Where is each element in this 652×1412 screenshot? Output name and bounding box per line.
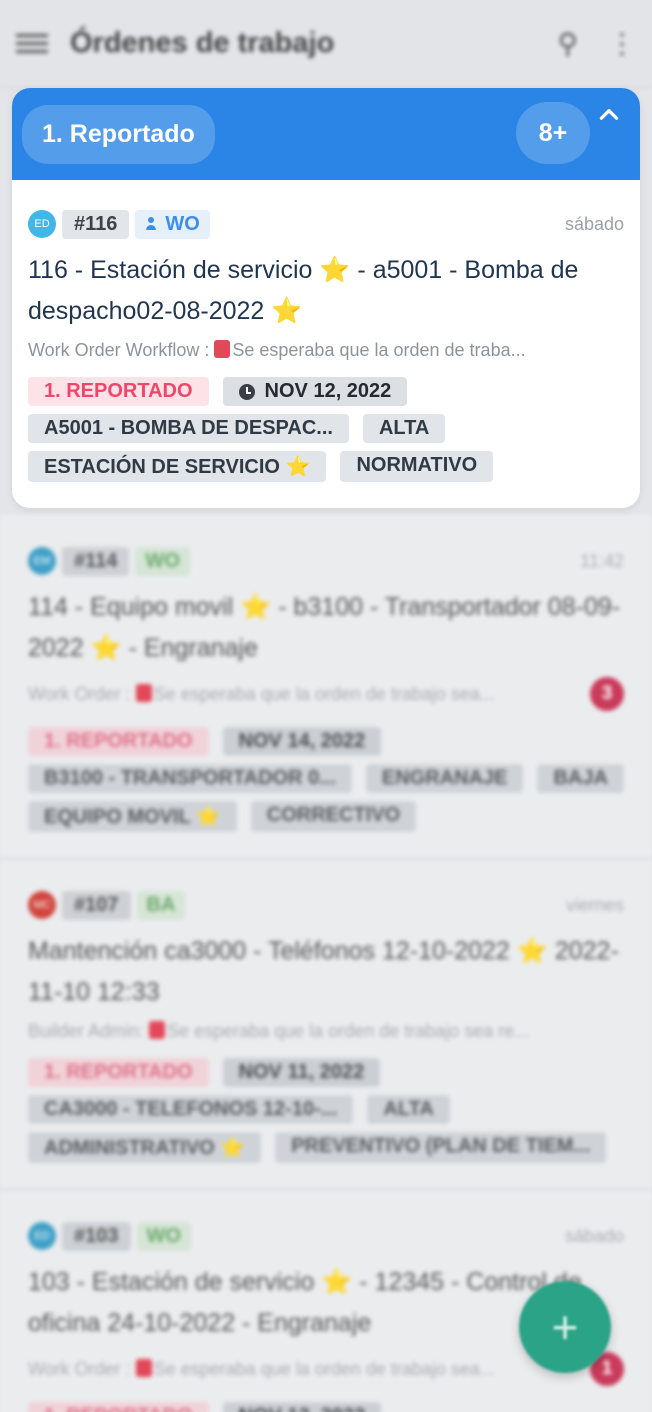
alarm-icon bbox=[149, 1021, 166, 1039]
tag-chip: BAJA bbox=[537, 764, 624, 793]
workflow-text: Work Order : Se esperaba que la orden de… bbox=[28, 1358, 495, 1379]
unread-badge: 3 bbox=[590, 677, 624, 711]
avatar: MC bbox=[28, 891, 56, 919]
chevron-up-icon[interactable] bbox=[596, 102, 622, 128]
timestamp: sábado bbox=[564, 1225, 624, 1246]
tag-chip: CA3000 - TELEFONOS 12-10-... bbox=[28, 1095, 354, 1124]
date-chip: NOV 12, 2022 bbox=[222, 1402, 382, 1412]
alarm-icon bbox=[135, 683, 152, 702]
date-chip: NOV 12, 2022 bbox=[222, 377, 408, 406]
work-order-card[interactable]: ED #116 WO sábado 116 - Estación de serv… bbox=[12, 180, 640, 508]
person-icon bbox=[145, 217, 157, 231]
group-label: 1. Reportado bbox=[22, 104, 215, 164]
workflow-line: Work Order : Se esperaba que la orden de… bbox=[28, 677, 624, 711]
timestamp: 11:42 bbox=[580, 550, 624, 571]
order-title: 114 - Equipo movil ⭐ - b3100 - Transport… bbox=[28, 593, 621, 662]
alarm-icon bbox=[214, 340, 231, 358]
workflow-line: Builder Admin: Se esperaba que la orden … bbox=[28, 1021, 624, 1042]
order-id-chip: #103 bbox=[62, 1221, 131, 1251]
tag-chip: ALTA bbox=[362, 414, 446, 443]
avatar: ED bbox=[28, 1222, 56, 1250]
tag-chip: ADMINISTRATIVO ⭐ bbox=[28, 1132, 262, 1163]
status-chip: 1. REPORTADO bbox=[28, 1402, 209, 1412]
menu-icon[interactable] bbox=[16, 34, 48, 53]
chip-list: 1. REPORTADO NOV 11, 2022 CA3000 - TELEFON… bbox=[28, 1058, 624, 1163]
app-bar: Órdenes de trabajo ⚲ ⋮ bbox=[0, 0, 652, 88]
status-chip: 1. REPORTADO bbox=[28, 727, 209, 756]
work-order-card[interactable]: EM #114 WO 11:42 114 - Equipo movil ⭐ - b310… bbox=[0, 515, 652, 859]
type-chip: WO bbox=[135, 546, 190, 576]
work-order-list: EM #114 WO 11:42 114 - Equipo movil ⭐ - b310… bbox=[0, 515, 652, 1412]
type-label: WO bbox=[165, 212, 200, 235]
page-title: Órdenes de trabajo bbox=[70, 27, 335, 59]
timestamp: viernes bbox=[565, 894, 624, 915]
tag-chip: CORRECTIVO bbox=[250, 801, 417, 832]
order-id-chip: #107 bbox=[62, 890, 131, 920]
tag-chip: ALTA bbox=[367, 1095, 450, 1124]
avatar: EM bbox=[28, 547, 56, 575]
group-count: 8+ bbox=[516, 102, 590, 164]
order-id-chip: #114 bbox=[62, 546, 130, 576]
order-id-chip: #116 bbox=[62, 209, 130, 239]
date-chip: NOV 11, 2022 bbox=[222, 1058, 381, 1087]
tag-chip: NORMATIVO bbox=[340, 451, 494, 482]
tag-chip: A5001 - BOMBA DE DESPAC... bbox=[28, 414, 349, 443]
tag-chip: PREVENTIVO (PLAN DE TIEM... bbox=[275, 1132, 607, 1163]
group-header[interactable]: 1. Reportado 8+ bbox=[12, 88, 640, 180]
workflow-text: Work Order Workflow : Se esperaba que la… bbox=[28, 340, 526, 360]
date-label: NOV 12, 2022 bbox=[264, 380, 392, 402]
date-chip: NOV 14, 2022 bbox=[222, 727, 382, 756]
chip-list: 1. REPORTADO NOV 12, 2022 A5001 - BOMBA … bbox=[28, 377, 624, 482]
type-chip: WO bbox=[135, 209, 210, 239]
type-chip: BA bbox=[136, 890, 186, 920]
tag-chip: B3100 - TRANSPORTADOR 0... bbox=[28, 764, 352, 793]
order-title: 116 - Estación de servicio ⭐ - a5001 - B… bbox=[28, 256, 579, 325]
alarm-icon bbox=[135, 1358, 152, 1377]
status-chip: 1. REPORTADO bbox=[28, 1058, 209, 1087]
chip-list: 1. REPORTADO NOV 14, 2022 B3100 - TRANSPOR… bbox=[28, 727, 624, 832]
clock-icon bbox=[238, 383, 255, 400]
workflow-line: Work Order Workflow : Se esperaba que la… bbox=[28, 340, 624, 361]
work-order-card[interactable]: MC #107 BA viernes Mantención ca3000 - Teléf… bbox=[0, 859, 652, 1190]
tag-chip: EQUIPO MOVIL ⭐ bbox=[28, 801, 237, 832]
type-chip: WO bbox=[136, 1221, 191, 1251]
tag-chip: ESTACIÓN DE SERVICIO ⭐ bbox=[28, 451, 327, 482]
add-button[interactable]: + bbox=[519, 1281, 611, 1373]
search-icon[interactable]: ⚲ bbox=[557, 27, 578, 60]
status-chip: 1. REPORTADO bbox=[28, 377, 209, 406]
order-title: Mantención ca3000 - Teléfonos 12-10-2022… bbox=[28, 937, 619, 1006]
status-group-popup: 1. Reportado 8+ ED #116 WO sábado 116 - … bbox=[12, 88, 640, 508]
avatar: ED bbox=[28, 210, 56, 238]
tag-chip: ENGRANAJE bbox=[365, 764, 524, 793]
workflow-text: Builder Admin: Se esperaba que la orden … bbox=[28, 1021, 530, 1041]
chip-list: 1. REPORTADO NOV 12, 2022 bbox=[28, 1402, 624, 1412]
more-vert-icon[interactable]: ⋮ bbox=[608, 27, 636, 60]
workflow-text: Work Order : Se esperaba que la orden de… bbox=[28, 683, 495, 704]
timestamp: sábado bbox=[564, 213, 624, 234]
